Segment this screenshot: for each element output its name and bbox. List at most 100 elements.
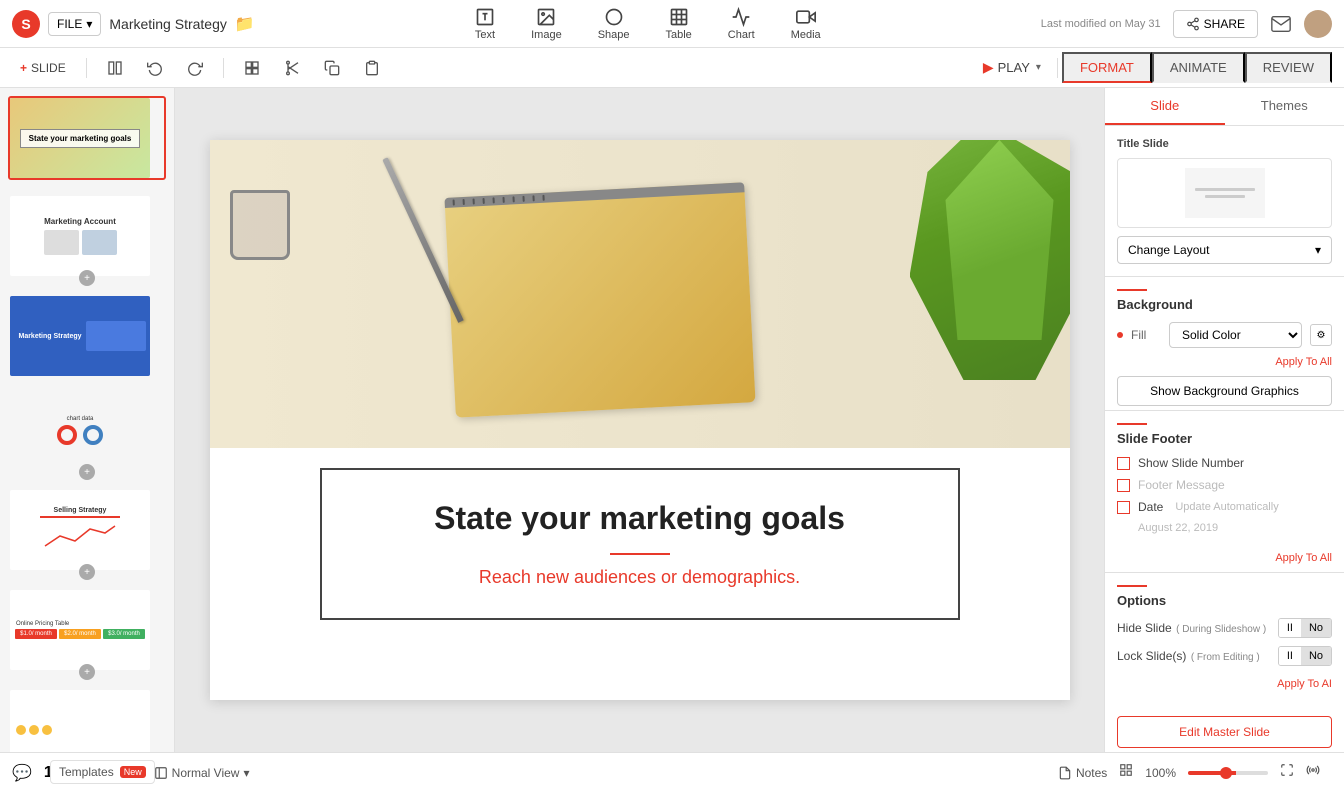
tab-review[interactable]: REVIEW — [1245, 52, 1332, 83]
slide-image-3: Marketing Strategy — [10, 296, 150, 376]
chart-tool-label: Chart — [728, 29, 755, 41]
slide-add-2[interactable]: + — [79, 270, 95, 286]
slide-main-title: State your marketing goals — [362, 500, 918, 537]
lock-slide-labels: Lock Slide(s) ( From Editing ) — [1117, 647, 1260, 665]
options-title: Options — [1117, 593, 1332, 608]
cut-button[interactable] — [276, 56, 308, 80]
templates-button[interactable]: Templates New — [50, 760, 155, 784]
slide-image-5: Selling Strategy — [10, 490, 150, 570]
slide-thumb-2[interactable]: 2 Marketing Account + — [8, 194, 166, 278]
change-layout-label: Change Layout — [1128, 243, 1209, 257]
bottom-right: Notes 100% — [1058, 763, 1320, 782]
apply-to-all-bg[interactable]: Apply To All — [1117, 356, 1332, 368]
slide-add-4[interactable]: + — [79, 464, 95, 480]
lock-slide-pause-btn[interactable]: II — [1279, 647, 1301, 665]
slide-thumb-6[interactable]: 6 Online Pricing Table $1.0/ month $2.0/… — [8, 588, 166, 672]
undo-button[interactable] — [139, 56, 171, 80]
text-tool[interactable]: Text — [467, 3, 503, 45]
date-row: Date Update Automatically — [1117, 500, 1332, 514]
add-slide-button[interactable]: + SLIDE — [12, 57, 74, 79]
play-button[interactable]: ▶ PLAY ▾ — [971, 53, 1053, 82]
slide-thumb-3[interactable]: 3 Marketing Strategy — [8, 294, 166, 378]
slide-add-5[interactable]: + — [79, 564, 95, 580]
slide-thumb-5[interactable]: 5 Selling Strategy + — [8, 488, 166, 572]
change-layout-button[interactable]: Change Layout ▾ — [1117, 236, 1332, 264]
date-label: Date — [1138, 500, 1163, 514]
slide-sub-title: Reach new audiences or demographics. — [362, 567, 918, 588]
lock-slide-no-btn[interactable]: No — [1301, 647, 1331, 665]
share-button[interactable]: SHARE — [1173, 10, 1258, 38]
date-checkbox[interactable] — [1117, 501, 1130, 514]
file-button[interactable]: FILE ▾ — [48, 12, 101, 36]
slide-add-6[interactable]: + — [79, 664, 95, 680]
table-tool[interactable]: Table — [658, 3, 700, 45]
lock-slide-label: Lock Slide(s) — [1117, 649, 1186, 663]
chevron-layout-icon: ▾ — [1315, 243, 1321, 257]
show-slide-number-checkbox[interactable] — [1117, 457, 1130, 470]
footer-message-checkbox[interactable] — [1117, 479, 1130, 492]
broadcast-icon[interactable] — [1306, 763, 1320, 782]
fill-label: Fill — [1131, 328, 1161, 342]
slide-image-6: Online Pricing Table $1.0/ month $2.0/ m… — [10, 590, 150, 670]
arrange-button[interactable] — [236, 56, 268, 80]
footer-message-row: Footer Message — [1117, 478, 1332, 492]
table-tool-label: Table — [666, 29, 692, 41]
title-slide-label: Title Slide — [1117, 138, 1332, 150]
redo-button[interactable] — [179, 56, 211, 80]
slide-panel-toggle[interactable] — [99, 56, 131, 80]
footer-message-label: Footer Message — [1138, 478, 1225, 492]
notes-button[interactable]: Notes — [1058, 766, 1107, 780]
date-value: August 22, 2019 — [1138, 522, 1332, 534]
hide-slide-pause-btn[interactable]: II — [1279, 619, 1301, 637]
folder-icon: 📁 — [235, 14, 255, 34]
tab-format[interactable]: FORMAT — [1062, 52, 1152, 83]
paste-button[interactable] — [356, 56, 388, 80]
apply-to-ai[interactable]: Apply To AI — [1277, 678, 1332, 690]
media-tool[interactable]: Media — [783, 3, 829, 45]
grid-icon[interactable] — [1119, 763, 1133, 782]
layout-preview — [1117, 158, 1332, 228]
fill-color-button[interactable]: ⚙ — [1310, 324, 1332, 346]
fill-dropdown[interactable]: Solid Color — [1169, 322, 1302, 348]
fill-indicator — [1117, 332, 1123, 338]
apply-to-all-footer[interactable]: Apply To All — [1105, 552, 1344, 572]
notes-icon — [1058, 766, 1072, 780]
zoom-slider[interactable] — [1188, 771, 1268, 775]
show-slide-number-row: Show Slide Number — [1117, 456, 1332, 470]
tab-themes[interactable]: Themes — [1225, 88, 1344, 125]
lock-slide-row: Lock Slide(s) ( From Editing ) II No — [1117, 646, 1332, 666]
zoom-level: 100% — [1145, 766, 1176, 780]
toolbar: + SLIDE ▶ PLAY ▾ FORMAT ANIMATE REVIEW — [0, 48, 1344, 88]
hide-slide-sub: ( During Slideshow ) — [1176, 624, 1266, 635]
media-tool-label: Media — [791, 29, 821, 41]
layout-inner — [1185, 168, 1265, 218]
copy-button[interactable] — [316, 56, 348, 80]
slide-image-4: chart data — [10, 390, 150, 470]
zoom-fit-icon[interactable] — [1280, 763, 1294, 782]
show-bg-button[interactable]: Show Background Graphics — [1117, 376, 1332, 406]
layout-line-1 — [1195, 188, 1255, 191]
edit-master-slide-button[interactable]: Edit Master Slide — [1117, 716, 1332, 748]
slides-panel: 1 State your marketing goals 2 Marketing… — [0, 88, 175, 752]
mail-icon[interactable] — [1270, 13, 1292, 35]
slide-thumb-1[interactable]: 1 State your marketing goals — [8, 96, 166, 180]
app-logo: S — [12, 10, 40, 38]
hide-slide-no-btn[interactable]: No — [1301, 619, 1331, 637]
image-tool[interactable]: Image — [523, 3, 570, 45]
slide-thumb-4[interactable]: 4 chart data + — [8, 388, 166, 472]
shape-tool[interactable]: Shape — [590, 3, 638, 45]
slide-canvas[interactable]: State your marketing goals Reach new aud… — [210, 140, 1070, 700]
content-box[interactable]: State your marketing goals Reach new aud… — [320, 468, 960, 620]
tab-animate[interactable]: ANIMATE — [1152, 52, 1245, 83]
chart-tool[interactable]: Chart — [720, 3, 763, 45]
background-divider — [1117, 289, 1147, 291]
user-avatar[interactable] — [1304, 10, 1332, 38]
view-selector[interactable]: Normal View ▾ — [146, 762, 258, 784]
slide-thumb-7[interactable]: 7 + — [8, 688, 166, 752]
tab-slide[interactable]: Slide — [1105, 88, 1225, 125]
main-area: 1 State your marketing goals 2 Marketing… — [0, 88, 1344, 752]
chat-icon[interactable]: 💬 — [12, 763, 32, 783]
image-tool-label: Image — [531, 29, 562, 41]
chevron-view-icon: ▾ — [243, 766, 249, 780]
document-title: Marketing Strategy — [109, 16, 227, 32]
